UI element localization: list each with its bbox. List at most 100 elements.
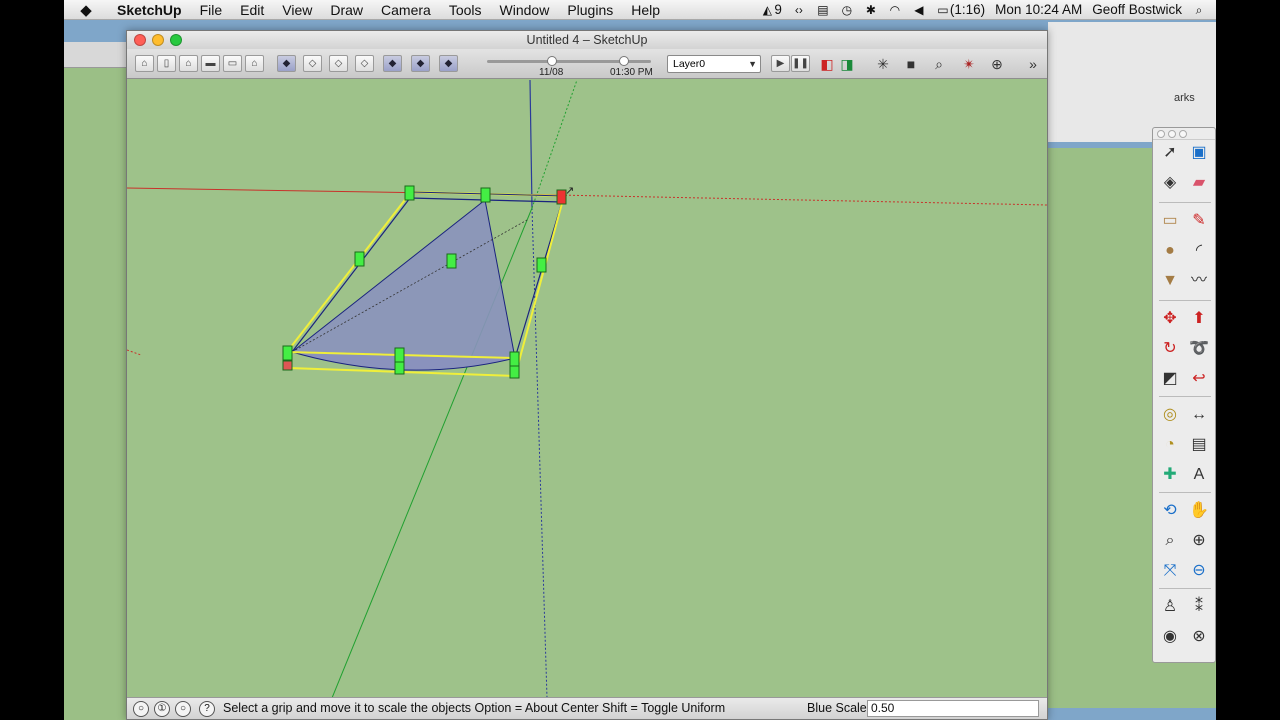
axes-tool-icon[interactable]: ✳: [873, 55, 893, 73]
walk-icon[interactable]: ⁑: [1186, 594, 1212, 620]
hidden-line-style-icon[interactable]: ◇: [329, 55, 348, 72]
geo-location-status-icon[interactable]: ○: [133, 701, 149, 717]
help-icon[interactable]: ?: [199, 701, 215, 717]
zoom-toolbar-icon[interactable]: ⌕: [929, 55, 949, 73]
toolbar-overflow-icon[interactable]: »: [1023, 55, 1043, 73]
position-camera-icon[interactable]: ♙: [1157, 594, 1183, 620]
offset-icon[interactable]: ↩: [1186, 366, 1212, 392]
section-plane-icon[interactable]: ⊗: [1186, 624, 1212, 650]
freehand-icon[interactable]: 〰: [1186, 268, 1212, 294]
menu-help[interactable]: Help: [622, 2, 669, 18]
rotate-icon[interactable]: ↻: [1157, 336, 1183, 362]
menu-file[interactable]: File: [191, 2, 232, 18]
left-view-icon[interactable]: ⌂: [245, 55, 264, 72]
grip-left-center[interactable]: [354, 251, 365, 267]
layer-select[interactable]: Layer0 ▼: [667, 55, 761, 73]
code-icon[interactable]: ‹›: [792, 4, 806, 16]
text-icon[interactable]: ▤: [1186, 432, 1212, 458]
keyboard-icon[interactable]: ▤: [816, 4, 830, 16]
adobe-status[interactable]: ◭ 9: [760, 2, 782, 17]
grip-back-center[interactable]: [480, 187, 491, 203]
back-view-icon[interactable]: ▭: [223, 55, 242, 72]
3d-text-icon[interactable]: A: [1186, 462, 1212, 488]
xray-style-icon[interactable]: ◆: [277, 55, 296, 72]
dimension-icon[interactable]: ↔: [1186, 402, 1212, 428]
rectangle-icon[interactable]: ▭: [1157, 208, 1183, 234]
front-view-icon[interactable]: ⌂: [179, 55, 198, 72]
credits-status-icon[interactable]: ①: [154, 701, 170, 717]
palette-minimize-button[interactable]: [1168, 130, 1176, 138]
time-machine-icon[interactable]: ◷: [840, 4, 854, 16]
camera-icon[interactable]: ■: [901, 55, 921, 73]
volume-icon[interactable]: ◀: [912, 4, 926, 16]
menu-edit[interactable]: Edit: [231, 2, 273, 18]
grip-front-left[interactable]: [282, 345, 293, 361]
close-button[interactable]: [134, 34, 146, 46]
grip-front-center-lower[interactable]: [394, 361, 405, 375]
apple-menu-icon[interactable]: ◆: [64, 1, 108, 19]
zoom-window-icon[interactable]: ⊕: [1186, 528, 1212, 554]
play-icon[interactable]: ▶: [771, 55, 790, 72]
polygon-icon[interactable]: ▼: [1157, 268, 1183, 294]
scale-icon[interactable]: ◩: [1157, 366, 1183, 392]
shadow-time-knob[interactable]: [619, 56, 629, 66]
model-canvas[interactable]: ↗: [126, 79, 1048, 699]
line-icon[interactable]: ✎: [1186, 208, 1212, 234]
wifi-icon[interactable]: ◠: [888, 4, 902, 16]
follow-me-icon[interactable]: ➰: [1186, 336, 1212, 362]
component-icon[interactable]: ▣: [1186, 140, 1212, 166]
paint-bucket-icon[interactable]: ◈: [1157, 170, 1183, 196]
monochrome-style-icon[interactable]: ◆: [411, 55, 430, 72]
menu-tools[interactable]: Tools: [440, 2, 491, 18]
menu-view[interactable]: View: [273, 2, 321, 18]
spotlight-search-icon[interactable]: ⌕: [1192, 4, 1206, 16]
shadow-date-knob[interactable]: [547, 56, 557, 66]
menu-window[interactable]: Window: [491, 2, 559, 18]
selected-face[interactable]: [290, 199, 516, 359]
wireframe-style-icon[interactable]: ◇: [303, 55, 322, 72]
grip-front-right[interactable]: [509, 351, 520, 367]
right-view-icon[interactable]: ▬: [201, 55, 220, 72]
palette-zoom-button[interactable]: [1179, 130, 1187, 138]
next-scene-icon[interactable]: ◨: [837, 55, 857, 73]
grip-back-left[interactable]: [404, 185, 415, 201]
measurements-input[interactable]: 0.50: [867, 700, 1039, 717]
walk-toolbar-icon[interactable]: ⊕: [987, 55, 1007, 73]
menu-draw[interactable]: Draw: [321, 2, 372, 18]
model-viewport[interactable]: ↗: [126, 79, 1048, 699]
look-around-icon[interactable]: ◉: [1157, 624, 1183, 650]
move-icon[interactable]: ✥: [1157, 306, 1183, 332]
zoom-button[interactable]: [170, 34, 182, 46]
shaded-style-icon[interactable]: ◇: [355, 55, 374, 72]
push-pull-icon[interactable]: ⬆: [1186, 306, 1212, 332]
protractor-icon[interactable]: ◔: [1157, 432, 1183, 458]
orbit-icon[interactable]: ⟲: [1157, 498, 1183, 524]
previous-view-icon[interactable]: ⊖: [1186, 558, 1212, 584]
user-status-icon[interactable]: ○: [175, 701, 191, 717]
zoom-icon[interactable]: ⌕: [1157, 528, 1183, 554]
eraser-icon[interactable]: ▰: [1186, 170, 1212, 196]
shaded-textures-style-icon[interactable]: ◆: [383, 55, 402, 72]
arc-icon[interactable]: ◜: [1186, 238, 1212, 264]
bluetooth-icon[interactable]: ✱: [864, 4, 878, 16]
grip-front-right-lower[interactable]: [509, 365, 520, 379]
app-menu[interactable]: SketchUp: [108, 2, 191, 18]
pan-icon[interactable]: ✋: [1186, 498, 1212, 524]
palette-close-button[interactable]: [1157, 130, 1165, 138]
previous-scene-icon[interactable]: ◧: [817, 55, 837, 73]
menu-camera[interactable]: Camera: [372, 2, 440, 18]
minimize-button[interactable]: [152, 34, 164, 46]
tape-measure-icon[interactable]: ◎: [1157, 402, 1183, 428]
grip-right-center[interactable]: [536, 257, 547, 273]
zoom-extents-icon[interactable]: ⤧: [1157, 558, 1183, 584]
user-name[interactable]: Geoff Bostwick: [1092, 2, 1182, 17]
grip-center[interactable]: [446, 253, 457, 269]
geo-location-icon[interactable]: ✴: [959, 55, 979, 73]
circle-icon[interactable]: ●: [1157, 238, 1183, 264]
section-cuts-icon[interactable]: ◆: [439, 55, 458, 72]
battery-status[interactable]: ▭(1:16): [936, 2, 985, 17]
select-icon[interactable]: ➚: [1157, 140, 1183, 166]
top-view-icon[interactable]: ▯: [157, 55, 176, 72]
grip-front-center[interactable]: [394, 347, 405, 363]
iso-view-icon[interactable]: ⌂: [135, 55, 154, 72]
